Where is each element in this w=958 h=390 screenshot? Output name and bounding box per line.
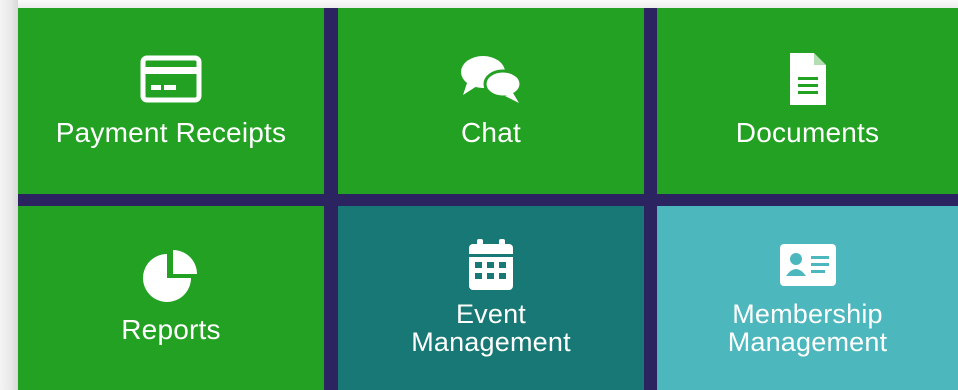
chat-bubbles-icon: [459, 54, 523, 104]
document-icon: [788, 53, 828, 105]
event-management-label: Event Management: [411, 299, 571, 357]
chat-tile[interactable]: Chat: [338, 8, 644, 194]
membership-management-label: Membership Management: [727, 299, 888, 357]
documents-label: Documents: [735, 117, 880, 148]
payment-receipts-label: Payment Receipts: [55, 117, 287, 148]
chat-label: Chat: [461, 117, 521, 148]
reports-tile[interactable]: Reports: [18, 206, 324, 390]
window-left-shadow: [0, 0, 18, 390]
id-card-icon: [778, 240, 838, 290]
membership-management-tile[interactable]: Membership Management: [657, 206, 958, 390]
calendar-icon: [466, 239, 516, 290]
payment-receipts-tile[interactable]: Payment Receipts: [18, 8, 324, 194]
window-top-edge: [0, 0, 958, 8]
pie-chart-icon: [141, 250, 201, 302]
credit-card-icon: [140, 54, 202, 104]
event-management-tile[interactable]: Event Management: [338, 206, 644, 390]
reports-label: Reports: [121, 314, 221, 345]
module-tile-grid: Payment Receipts Chat Documents Reports …: [18, 8, 958, 390]
documents-tile[interactable]: Documents: [657, 8, 958, 194]
